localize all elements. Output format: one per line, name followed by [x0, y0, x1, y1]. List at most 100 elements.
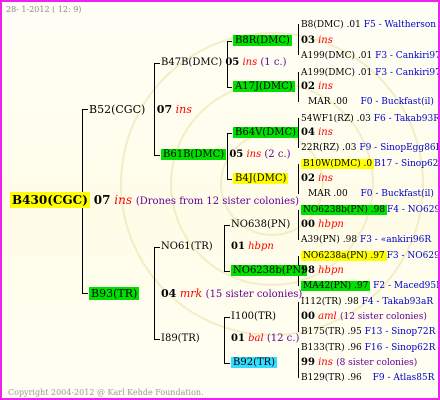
m-gf-ggf-year: 00	[301, 219, 315, 230]
mother-vertical	[154, 247, 155, 340]
root-year: 07	[93, 193, 111, 207]
m-gm-ggm-year: 99	[301, 357, 315, 368]
f-gf-year: 05	[225, 57, 240, 68]
f-gf-ggm-line1: A199(DMC) .01 F3 - Cankiri97Q	[301, 68, 438, 78]
m-gf-ggm-year: 98	[301, 265, 315, 276]
f-gf-ggf-h	[227, 41, 232, 42]
m-gf-label[interactable]: NO61(TR)	[161, 241, 213, 252]
m-gm-note: (12 c.)	[266, 333, 300, 344]
f-gf-ggm-label[interactable]: A17J(DMC)	[233, 81, 295, 92]
f-gm-ggm-h	[227, 179, 232, 180]
f-gf-ggf-line2: A199(DMC) .01 F3 - Cankiri97Q	[301, 51, 438, 61]
pedigree-frame: 28- 1-2012 ( 12: 9) B430(CGC) 07 ins (Dr…	[0, 0, 440, 400]
father-node: B52(CGC) 07 ins	[89, 103, 192, 117]
f-gf-ggf-node: B8R(DMC)	[233, 35, 292, 47]
f-gm-ggm-breed: ins	[318, 173, 333, 184]
m-gm-year-row: 01 bal (12 c.)	[231, 333, 299, 345]
m-gf-node: NO61(TR)	[161, 241, 213, 253]
m-gf-breed: hbpn	[248, 241, 274, 252]
f-gf-ggf-year-row: 03 ins	[301, 35, 333, 47]
mother-label[interactable]: B93(TR)	[89, 287, 140, 300]
m-gm-node: I89(TR)	[161, 333, 200, 345]
m-gm-ggf-label[interactable]: I100(TR)	[231, 311, 276, 322]
m-gf-year: 01	[231, 241, 245, 252]
m-gm-ggf-node: I100(TR)	[231, 311, 276, 323]
m-gf-ggf-node: NO638(PN)	[231, 219, 290, 231]
m-gm-ggm-breed: ins	[318, 357, 333, 368]
f-gm-ggf-year: 04	[301, 127, 315, 138]
father-label[interactable]: B52(CGC)	[89, 103, 145, 116]
m-gm-ggf-year: 00	[301, 311, 315, 322]
m-gf-ggf-line2: A39(PN) .98 F3 - «ankiri96R	[301, 235, 432, 245]
m-gm-ggf-h	[224, 317, 230, 318]
f-gf-note: (1 c.)	[260, 57, 287, 68]
m-gm-ggm-label[interactable]: B92(TR)	[231, 357, 278, 368]
m-gm-breed: bal	[248, 333, 264, 344]
m-gf-ggm-label[interactable]: NO6238b(PN)	[231, 265, 308, 276]
m-gf-ggm-h	[224, 271, 230, 272]
b8r-bracket	[298, 24, 299, 55]
m-gf-ggf-label[interactable]: NO638(PN)	[231, 219, 290, 230]
f-gf-node: B47B(DMC) 05 ins (1 c.)	[161, 57, 287, 69]
header-date: 28- 1-2012 ( 12: 9)	[6, 5, 82, 14]
f-gm-ggf-label[interactable]: B64V(DMC)	[233, 127, 299, 138]
f-gf-ggm-breed: ins	[318, 81, 333, 92]
b4j-bracket	[298, 164, 299, 194]
m-gf-vertical	[224, 225, 225, 272]
f-gm-ggm-label[interactable]: B4J(DMC)	[233, 173, 289, 184]
branch-mother-h	[82, 293, 88, 294]
father-breed: ins	[175, 103, 192, 116]
f-gm-ggf-line1: 54WF1(RZ) .03 F6 - Takab93R	[301, 114, 440, 124]
m-gm-ggf-year-row: 00 aml (12 sister colonies)	[301, 311, 427, 323]
f-gm-ggf-year-row: 04 ins	[301, 127, 333, 139]
m-gm-year: 01	[231, 333, 245, 344]
a17j-bracket	[298, 72, 299, 102]
f-gf-ggm-h	[227, 87, 232, 88]
root-breed: ins	[114, 193, 132, 207]
f-gf-label[interactable]: B47B(DMC)	[161, 57, 222, 68]
f-gf-ggf-label[interactable]: B8R(DMC)	[233, 35, 292, 46]
f-gm-label[interactable]: B61B(DMC)	[161, 149, 227, 160]
m-gm-ggf-line1: I112(TR) .98 F4 - Takab93aR	[301, 297, 434, 307]
i100-bracket	[298, 302, 299, 332]
mother-node: B93(TR)	[89, 287, 140, 301]
f-gm-note: (2 c.)	[264, 149, 291, 160]
m-gm-vertical	[224, 317, 225, 364]
m-gm-label[interactable]: I89(TR)	[161, 333, 200, 344]
f-gf-ggf-breed: ins	[318, 35, 333, 46]
f-gm-ggm-line1: B10W(DMC) .0 B17 - Sinop62R	[301, 159, 440, 169]
mother-gf-h	[154, 247, 160, 248]
footer-copyright: Copyright 2004-2012 @ Karl Kehde Foundat…	[8, 388, 204, 397]
root-label[interactable]: B430(CGC)	[10, 192, 90, 208]
mother-breed: mrk	[179, 287, 203, 300]
m-gm-ggf-breed: aml	[318, 311, 337, 322]
f-gm-year: 05	[229, 149, 244, 160]
m-gf-ggm-breed: hbpn	[318, 265, 344, 276]
father-gf-h	[154, 63, 160, 64]
m-gf-ggm-year-row: 98 hbpn	[301, 265, 344, 277]
no638-bracket	[298, 210, 299, 240]
root-note: (Drones from 12 sister colonies)	[135, 196, 300, 207]
f-gm-ggf-node: B64V(DMC)	[233, 127, 299, 139]
mother-gm-h	[154, 339, 160, 340]
f-gf-ggf-year: 03	[301, 35, 315, 46]
mother-note: (15 sister colonies)	[205, 289, 303, 300]
m-gf-ggm-node: NO6238b(PN)	[231, 265, 308, 277]
f-gf-ggm-node: A17J(DMC)	[233, 81, 295, 93]
branch-father-h	[82, 109, 88, 110]
f-gm-node: B61B(DMC) 05 ins (2 c.)	[161, 149, 291, 161]
m-gm-ggm-year-row: 99 ins (8 sister colonies)	[301, 357, 417, 369]
f-gm-ggm-node: B4J(DMC)	[233, 173, 289, 185]
f-gf-breed: ins	[242, 57, 258, 68]
father-gm-h	[154, 155, 160, 156]
m-gf-ggf-breed: hbpn	[318, 219, 344, 230]
f-gm-ggf-h	[227, 133, 232, 134]
f-gm-ggm-year: 02	[301, 173, 315, 184]
mother-info: 04 mrk (15 sister colonies)	[161, 287, 302, 302]
f-gf-ggm-year-row: 02 ins	[301, 81, 333, 93]
m-gf-ggf-year-row: 00 hbpn	[301, 219, 344, 231]
m-gm-ggf-note: (12 sister colonies)	[339, 312, 427, 322]
m-gm-ggm-node: B92(TR)	[231, 357, 278, 369]
father-year: 07	[156, 103, 173, 116]
b92-bracket	[298, 348, 299, 378]
